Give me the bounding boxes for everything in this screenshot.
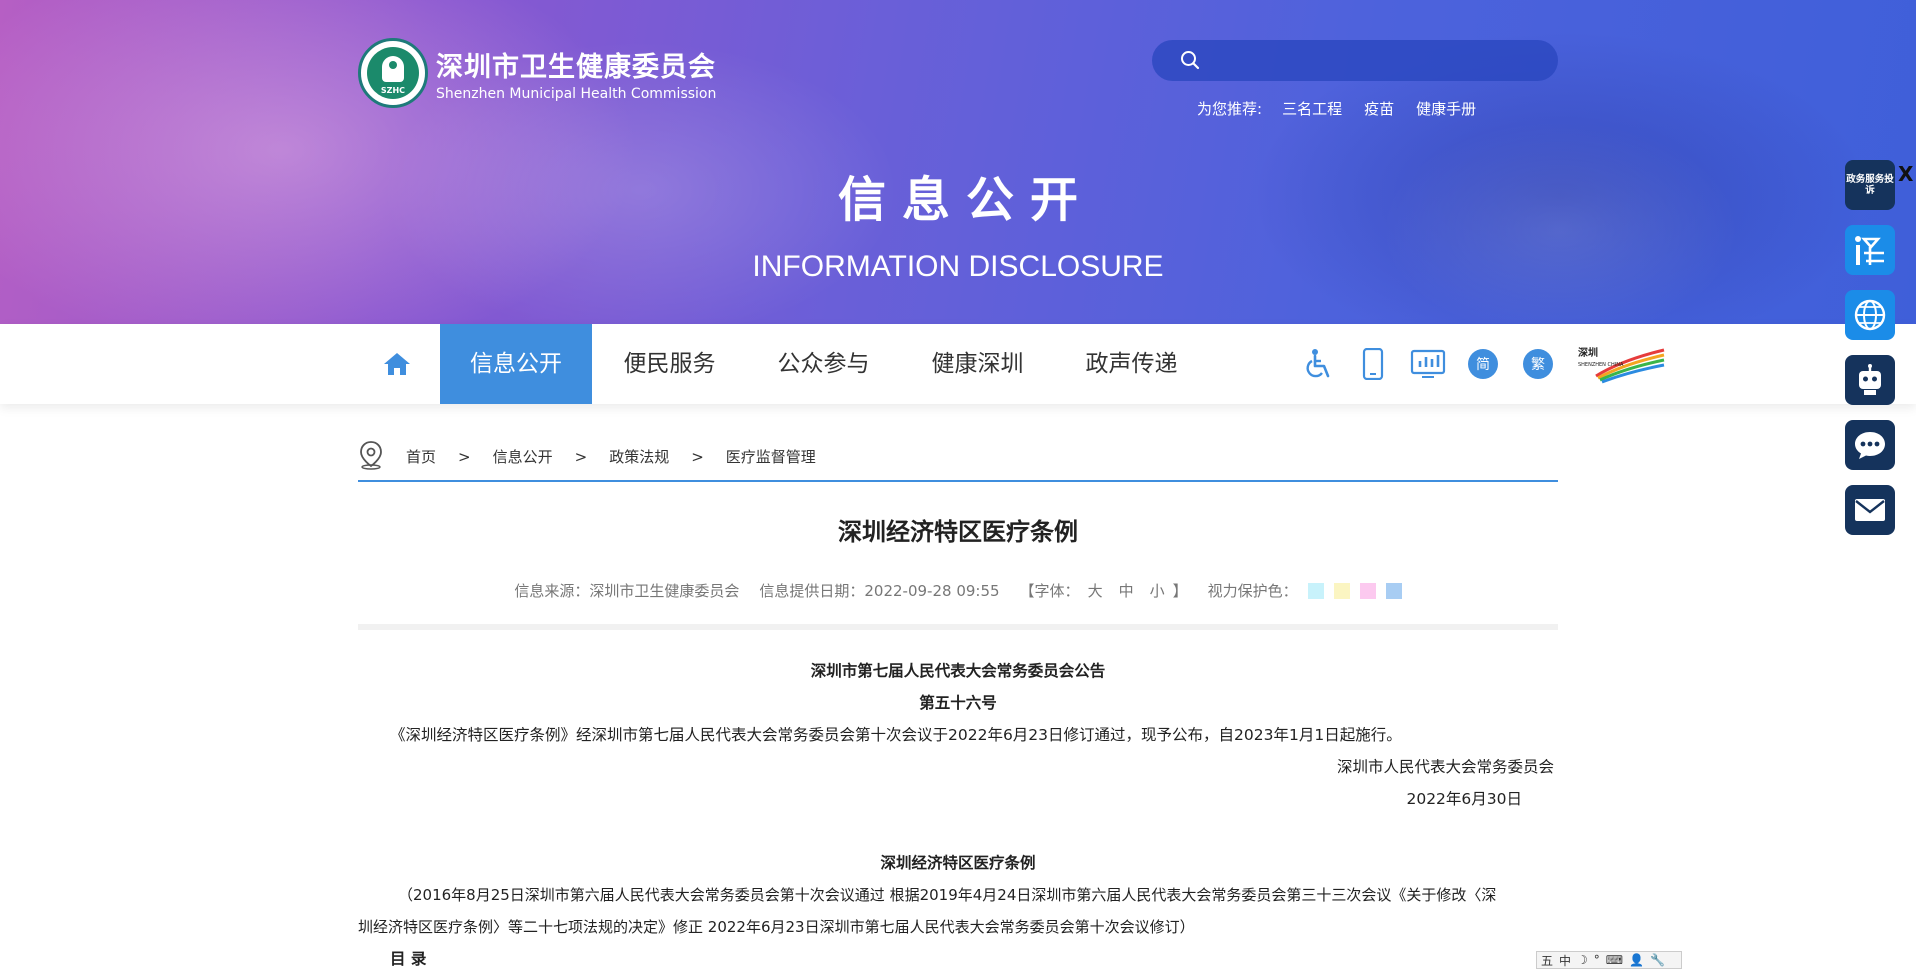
regulation-history-line2: 圳经济特区医疗条例〉等二十七项法规的决定》修正 2022年6月23日深圳市第七届…	[358, 918, 1195, 936]
search-bar[interactable]	[1152, 40, 1558, 81]
home-icon[interactable]	[382, 351, 412, 377]
eye-protect-label: 视力保护色：	[1207, 582, 1298, 600]
i-shenzhen-app-icon[interactable]	[1845, 225, 1895, 275]
breadcrumb-separator: >	[458, 448, 471, 466]
service-complaint-label: 政务服务投诉	[1846, 174, 1894, 196]
nav-item-participation[interactable]: 公众参与	[756, 324, 891, 404]
font-size-large[interactable]: 大	[1088, 580, 1103, 601]
content-divider	[358, 624, 1558, 630]
svg-text:SHENZHEN CHINA: SHENZHEN CHINA	[1578, 362, 1624, 368]
eye-color-blue[interactable]	[1385, 582, 1402, 599]
simplified-chinese-button[interactable]: 简	[1465, 346, 1501, 382]
meta-date: 信息提供日期：2022-09-28 09:55	[759, 582, 1000, 600]
float-close-button[interactable]: X	[1898, 162, 1913, 186]
font-label-close: 】	[1172, 582, 1188, 600]
location-pin-icon	[360, 441, 382, 470]
mobile-icon[interactable]	[1355, 346, 1391, 382]
breadcrumb-current[interactable]: 医疗监督管理	[726, 440, 816, 474]
breadcrumb-separator: >	[691, 448, 704, 466]
nav-item-info[interactable]: 信息公开	[440, 324, 592, 404]
meta-source: 信息来源：深圳市卫生健康委员会	[514, 582, 740, 600]
nav-item-voice[interactable]: 政声传递	[1064, 324, 1199, 404]
ime-toolbar: 五 中 ☽ ° ⌨ 👤 🔧	[1536, 951, 1682, 969]
simplified-label: 简	[1468, 349, 1498, 379]
data-screen-icon[interactable]	[1410, 346, 1446, 382]
eye-color-yellow[interactable]	[1333, 582, 1350, 599]
font-label-open: 【字体：	[1019, 582, 1080, 600]
recommend-link-vaccine[interactable]: 疫苗	[1364, 98, 1394, 119]
logo-emblem-icon: SZHC	[358, 38, 428, 108]
font-size-medium[interactable]: 中	[1119, 580, 1134, 601]
breadcrumb-info[interactable]: 信息公开	[493, 440, 553, 474]
svg-text:深圳: 深圳	[1578, 346, 1598, 359]
eye-color-pink[interactable]	[1359, 582, 1376, 599]
shenzhen-gov-logo-icon[interactable]: 深圳 SHENZHEN CHINA	[1576, 344, 1668, 386]
ime-punct-icon[interactable]: °	[1594, 953, 1600, 967]
banner-title: 信息公开 INFORMATION DISCLOSURE	[0, 160, 1916, 284]
announcement-title: 深圳市第七届人民代表大会常务委员会公告	[810, 662, 1106, 680]
ime-lang-icon[interactable]: 中	[1559, 952, 1571, 969]
search-icon[interactable]	[1180, 50, 1200, 70]
main-nav: 信息公开 便民服务 公众参与 健康深圳 政声传递 简 繁 深圳 SHENZHEN…	[0, 324, 1916, 404]
breadcrumb-policy[interactable]: 政策法规	[609, 440, 669, 474]
logo-title-cn: 深圳市卫生健康委员会	[436, 51, 716, 83]
announcement-number: 第五十六号	[919, 694, 997, 712]
nav-item-healthy-sz[interactable]: 健康深圳	[910, 324, 1045, 404]
mail-icon[interactable]	[1845, 485, 1895, 535]
recommend-link-sanming[interactable]: 三名工程	[1282, 98, 1342, 119]
robot-assistant-icon[interactable]	[1845, 355, 1895, 405]
announcement-issuer: 深圳市人民代表大会常务委员会	[1336, 758, 1554, 776]
breadcrumb-home[interactable]: 首页	[406, 440, 436, 474]
announcement-text: 《深圳经济特区医疗条例》经深圳市第七届人民代表大会常务委员会第十次会议于2022…	[390, 726, 1402, 744]
recommend-link-handbook[interactable]: 健康手册	[1416, 98, 1476, 119]
banner-title-cn: 信息公开	[837, 172, 1094, 228]
chat-icon[interactable]	[1845, 420, 1895, 470]
toc-heading: 目 录	[390, 950, 427, 968]
search-input[interactable]	[1212, 44, 1542, 77]
regulation-history-line1: （2016年8月25日深圳市第六届人民代表大会常务委员会第十次会议通过 根据20…	[398, 886, 1497, 904]
breadcrumb: 首页 > 信息公开 > 政策法规 > 医疗监督管理	[358, 440, 1558, 482]
article-meta: 信息来源：深圳市卫生健康委员会 信息提供日期：2022-09-28 09:55 …	[358, 580, 1558, 601]
nav-item-service[interactable]: 便民服务	[602, 324, 737, 404]
traditional-label: 繁	[1523, 349, 1553, 379]
ime-keyboard-icon[interactable]: ⌨	[1606, 953, 1623, 967]
eye-color-cyan[interactable]	[1307, 582, 1324, 599]
ime-mode-icon[interactable]: 五	[1541, 952, 1553, 969]
nav-tools: 简 繁	[1300, 346, 1575, 382]
accessibility-icon[interactable]	[1300, 346, 1336, 382]
header-banner: SZHC 深圳市卫生健康委员会 Shenzhen Municipal Healt…	[0, 0, 1916, 324]
announcement-date: 2022年6月30日	[1406, 790, 1522, 808]
globe-icon[interactable]	[1845, 290, 1895, 340]
font-size-small[interactable]: 小	[1150, 580, 1165, 601]
service-complaint-button[interactable]: 政务服务投诉	[1845, 160, 1895, 210]
ime-user-icon[interactable]: 👤	[1629, 953, 1644, 967]
breadcrumb-separator: >	[574, 448, 588, 466]
logo-title-en: Shenzhen Municipal Health Commission	[436, 85, 717, 102]
recommend-links: 为您推荐: 三名工程 疫苗 健康手册	[1197, 98, 1498, 119]
regulation-title: 深圳经济特区医疗条例	[880, 854, 1036, 872]
float-toolbar: 政务服务投诉	[1845, 160, 1895, 550]
article-title: 深圳经济特区医疗条例	[838, 518, 1078, 546]
traditional-chinese-button[interactable]: 繁	[1520, 346, 1556, 382]
recommend-label: 为您推荐:	[1197, 100, 1263, 118]
article-body: 深圳市第七届人民代表大会常务委员会公告 第五十六号 《深圳经济特区医疗条例》经深…	[358, 655, 1558, 969]
banner-title-en: INFORMATION DISCLOSURE	[752, 250, 1164, 283]
ime-settings-icon[interactable]: 🔧	[1650, 953, 1665, 967]
ime-moon-icon[interactable]: ☽	[1577, 953, 1588, 967]
logo-badge: SZHC	[380, 86, 406, 95]
site-logo[interactable]: SZHC 深圳市卫生健康委员会 Shenzhen Municipal Healt…	[358, 38, 716, 108]
